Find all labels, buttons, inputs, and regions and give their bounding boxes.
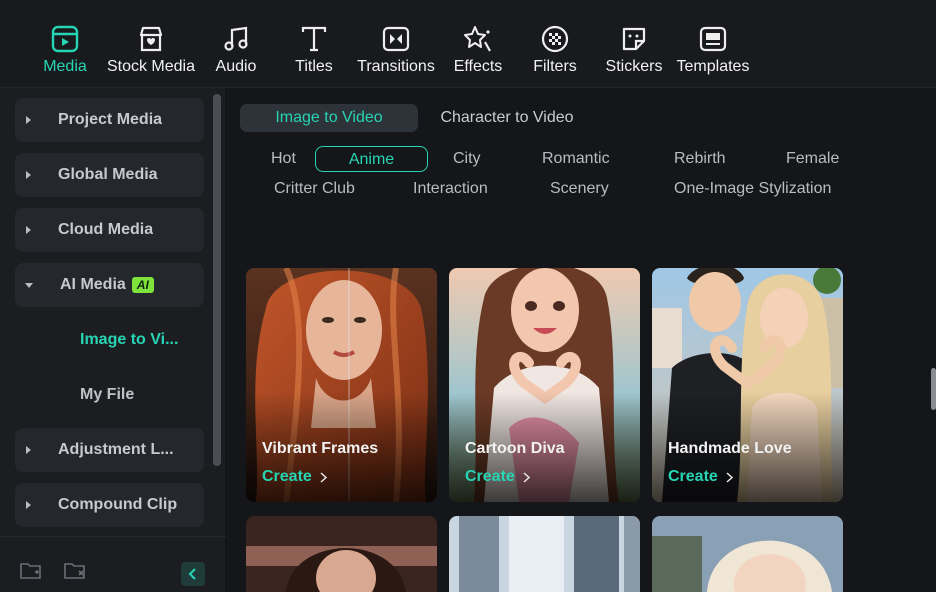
sidebar-item-adjustment-layer[interactable]: Adjustment L... xyxy=(15,428,204,472)
titles-icon xyxy=(299,24,329,54)
tab-filters[interactable]: Filters xyxy=(531,24,579,80)
chip-hot[interactable]: Hot xyxy=(271,146,296,172)
chevron-right-icon xyxy=(320,471,327,483)
sidebar-item-label: Global Media xyxy=(58,166,158,183)
template-card[interactable]: Vibrant Frames Create xyxy=(246,268,437,502)
collapse-arrow-icon xyxy=(25,282,33,288)
sidebar-item-label: AI Media xyxy=(60,276,126,293)
card-title: Vibrant Frames xyxy=(262,440,379,457)
chip-romantic[interactable]: Romantic xyxy=(542,146,610,172)
media-icon xyxy=(50,24,80,54)
template-card[interactable]: Handmade Love Create xyxy=(652,268,843,502)
tab-label: Titles xyxy=(295,58,333,75)
tab-stock-media[interactable]: Stock Media xyxy=(105,24,197,80)
tab-templates[interactable]: Templates xyxy=(674,24,752,80)
create-link[interactable]: Create xyxy=(465,468,530,486)
chip-female[interactable]: Female xyxy=(786,146,839,172)
tab-label: Media xyxy=(43,58,87,75)
tab-media[interactable]: Media xyxy=(42,24,88,80)
ai-badge: AI xyxy=(131,277,154,293)
template-thumbnail xyxy=(652,516,843,592)
sidebar-item-label: Cloud Media xyxy=(58,221,154,238)
expand-arrow-icon xyxy=(26,171,31,179)
expand-arrow-icon xyxy=(26,116,31,124)
ai-media-panel: Image to Video Character to Video Hot An… xyxy=(227,88,936,592)
filters-icon xyxy=(540,24,570,54)
tab-character-to-video[interactable]: Character to Video xyxy=(427,104,587,132)
templates-icon xyxy=(698,24,728,54)
tab-transitions[interactable]: Transitions xyxy=(355,24,437,80)
effects-icon xyxy=(463,24,493,54)
sidebar-scrollbar[interactable] xyxy=(213,94,221,466)
chip-interaction[interactable]: Interaction xyxy=(413,176,488,202)
sidebar-item-project-media[interactable]: Project Media xyxy=(15,98,204,142)
sidebar-item-compound-clip[interactable]: Compound Clip xyxy=(15,483,204,527)
sidebar-item-cloud-media[interactable]: Cloud Media xyxy=(15,208,204,252)
tab-label: Filters xyxy=(533,58,577,75)
sidebar-item-label: Adjustment L... xyxy=(58,441,174,458)
card-title: Handmade Love xyxy=(668,440,792,457)
collapse-sidebar-button[interactable] xyxy=(181,562,205,586)
chip-one-image-stylization[interactable]: One-Image Stylization xyxy=(674,176,831,202)
new-folder-icon[interactable] xyxy=(20,561,42,581)
sidebar-subitem-my-file[interactable]: My File xyxy=(80,386,134,404)
transitions-icon xyxy=(381,24,411,54)
chip-critter-club[interactable]: Critter Club xyxy=(274,176,355,202)
tab-stickers[interactable]: Stickers xyxy=(603,24,665,80)
card-title: Cartoon Diva xyxy=(465,440,565,457)
create-link[interactable]: Create xyxy=(668,468,733,486)
chip-anime[interactable]: Anime xyxy=(315,146,428,172)
chip-rebirth[interactable]: Rebirth xyxy=(674,146,726,172)
create-link[interactable]: Create xyxy=(262,468,327,486)
tab-image-to-video[interactable]: Image to Video xyxy=(240,104,418,132)
stock-media-icon xyxy=(136,24,166,54)
sidebar-item-global-media[interactable]: Global Media xyxy=(15,153,204,197)
tab-titles[interactable]: Titles xyxy=(293,24,335,80)
stickers-icon xyxy=(619,24,649,54)
chip-city[interactable]: City xyxy=(453,146,481,172)
chevron-right-icon xyxy=(523,471,530,483)
tab-effects[interactable]: Effects xyxy=(452,24,504,80)
delete-folder-icon[interactable] xyxy=(64,561,86,581)
chevron-left-icon xyxy=(188,568,196,580)
sidebar-item-label: Compound Clip xyxy=(58,496,178,513)
expand-arrow-icon xyxy=(26,501,31,509)
top-toolbar: Media Stock Media Audio Titles Transitio… xyxy=(0,0,936,88)
template-thumbnail xyxy=(449,516,640,592)
template-card-partial[interactable] xyxy=(652,516,843,592)
tab-label: Templates xyxy=(676,58,750,75)
template-card-partial[interactable] xyxy=(449,516,640,592)
media-sidebar: Project Media Global Media Cloud Media A… xyxy=(0,88,226,592)
tab-label: Stickers xyxy=(605,58,663,75)
sidebar-subitem-image-to-video[interactable]: Image to Vi... xyxy=(80,331,178,349)
expand-arrow-icon xyxy=(26,446,31,454)
tab-label: Audio xyxy=(215,58,257,75)
tab-label: Stock Media xyxy=(106,58,196,75)
tab-label: Transitions xyxy=(357,58,435,75)
expand-arrow-icon xyxy=(26,226,31,234)
chevron-right-icon xyxy=(726,471,733,483)
sidebar-item-label: Project Media xyxy=(58,111,163,128)
tab-label: Effects xyxy=(453,58,503,75)
template-thumbnail xyxy=(246,516,437,592)
template-card-partial[interactable] xyxy=(246,516,437,592)
tab-audio[interactable]: Audio xyxy=(213,24,259,80)
chip-scenery[interactable]: Scenery xyxy=(550,176,609,202)
main-scrollbar[interactable] xyxy=(931,368,936,410)
music-note-icon xyxy=(221,24,251,54)
template-card[interactable]: Cartoon Diva Create xyxy=(449,268,640,502)
sidebar-item-ai-media[interactable]: AI Media AI xyxy=(15,263,204,307)
